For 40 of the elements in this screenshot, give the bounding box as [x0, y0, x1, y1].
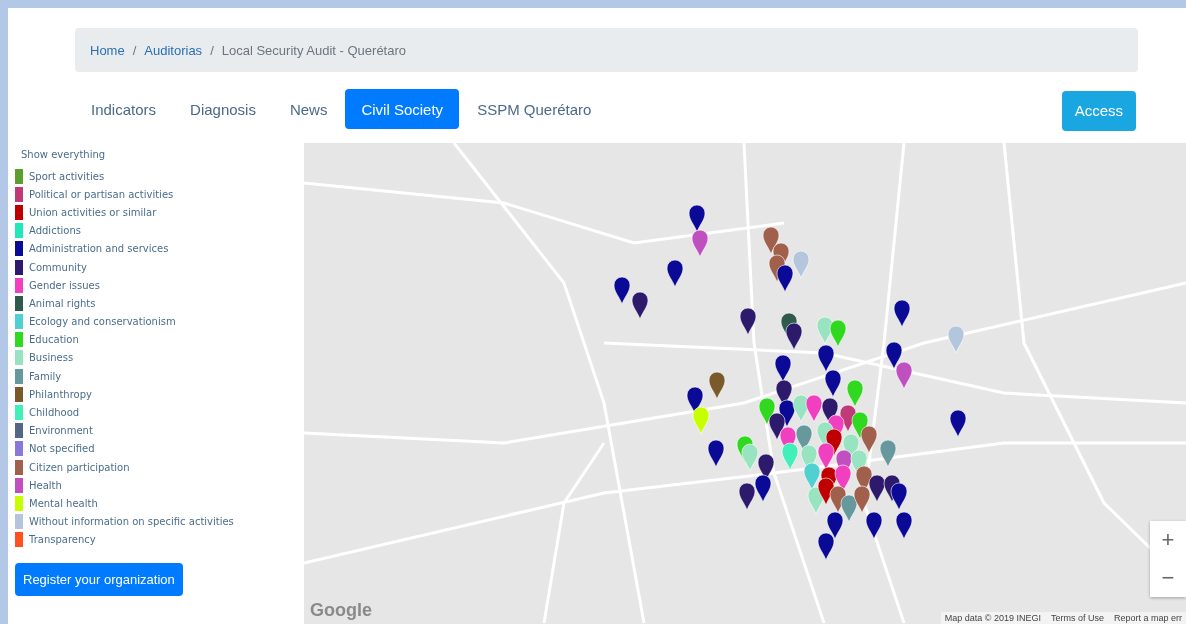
zoom-in-button[interactable]: +: [1150, 521, 1186, 559]
legend-filter-link[interactable]: Ecology and conservationism: [29, 316, 176, 328]
map-placeholder[interactable]: Google Map data © 2019 INEGI Terms of Use Report a map err + −: [304, 143, 1186, 624]
legend-filter-link[interactable]: Addictions: [29, 225, 81, 237]
legend-filter-link[interactable]: Childhood: [29, 407, 80, 419]
map-data-notice: Map data © 2019 INEGI: [944, 613, 1041, 623]
legend-filter-link[interactable]: Community: [29, 261, 87, 273]
legend-filter-link[interactable]: Environment: [29, 425, 93, 437]
map-logo: Google: [310, 600, 372, 621]
legend-filter-link[interactable]: Without information on specific activities: [29, 516, 234, 528]
legend-filter-link[interactable]: Transparency: [29, 534, 96, 546]
breadcrumb-link[interactable]: Home: [90, 42, 125, 58]
legend-filter-link[interactable]: Not specified: [29, 443, 95, 455]
legend-filter-link[interactable]: Education: [29, 334, 79, 346]
attribution-link[interactable]: Report a map err: [1113, 613, 1182, 623]
legend-filter-link[interactable]: Citizen participation: [29, 461, 130, 473]
breadcrumb-link[interactable]: Auditorias: [144, 42, 203, 58]
legend-filter-link[interactable]: Family: [29, 370, 62, 382]
legend-filter-link[interactable]: Mental health: [29, 497, 98, 509]
legend-filter-link[interactable]: Health: [29, 479, 62, 491]
nav-tab[interactable]: News: [273, 89, 344, 129]
legend-filter-link[interactable]: Philanthropy: [29, 388, 92, 400]
register-button[interactable]: Register your organization: [15, 562, 183, 596]
legend-filter-link[interactable]: Business: [29, 352, 74, 364]
breadcrumb-separator: /: [132, 42, 137, 58]
legend-filter-link[interactable]: Administration and services: [29, 243, 169, 255]
attribution-link[interactable]: Terms of Use: [1050, 613, 1104, 623]
nav-tab[interactable]: SSPM Querétaro: [461, 89, 608, 129]
zoom-out-button[interactable]: −: [1150, 559, 1186, 597]
nav-tab[interactable]: Civil Society: [345, 89, 460, 129]
legend-filter-link[interactable]: Political or partisan activities: [29, 188, 174, 200]
legend-filter-link[interactable]: Sport activities: [29, 170, 105, 182]
legend-filter-link[interactable]: Animal rights: [29, 297, 96, 309]
legend-filter-link[interactable]: Union activities or similar: [29, 206, 157, 218]
breadcrumb-separator: /: [210, 42, 214, 58]
show-everything-link[interactable]: Show everything: [21, 149, 304, 163]
breadcrumb-current: Local Security Audit - Querétaro: [221, 42, 406, 58]
nav-tab[interactable]: Diagnosis: [174, 89, 272, 129]
nav-tab[interactable]: Indicators: [75, 89, 173, 129]
legend-filter-link[interactable]: Gender issues: [29, 279, 100, 291]
